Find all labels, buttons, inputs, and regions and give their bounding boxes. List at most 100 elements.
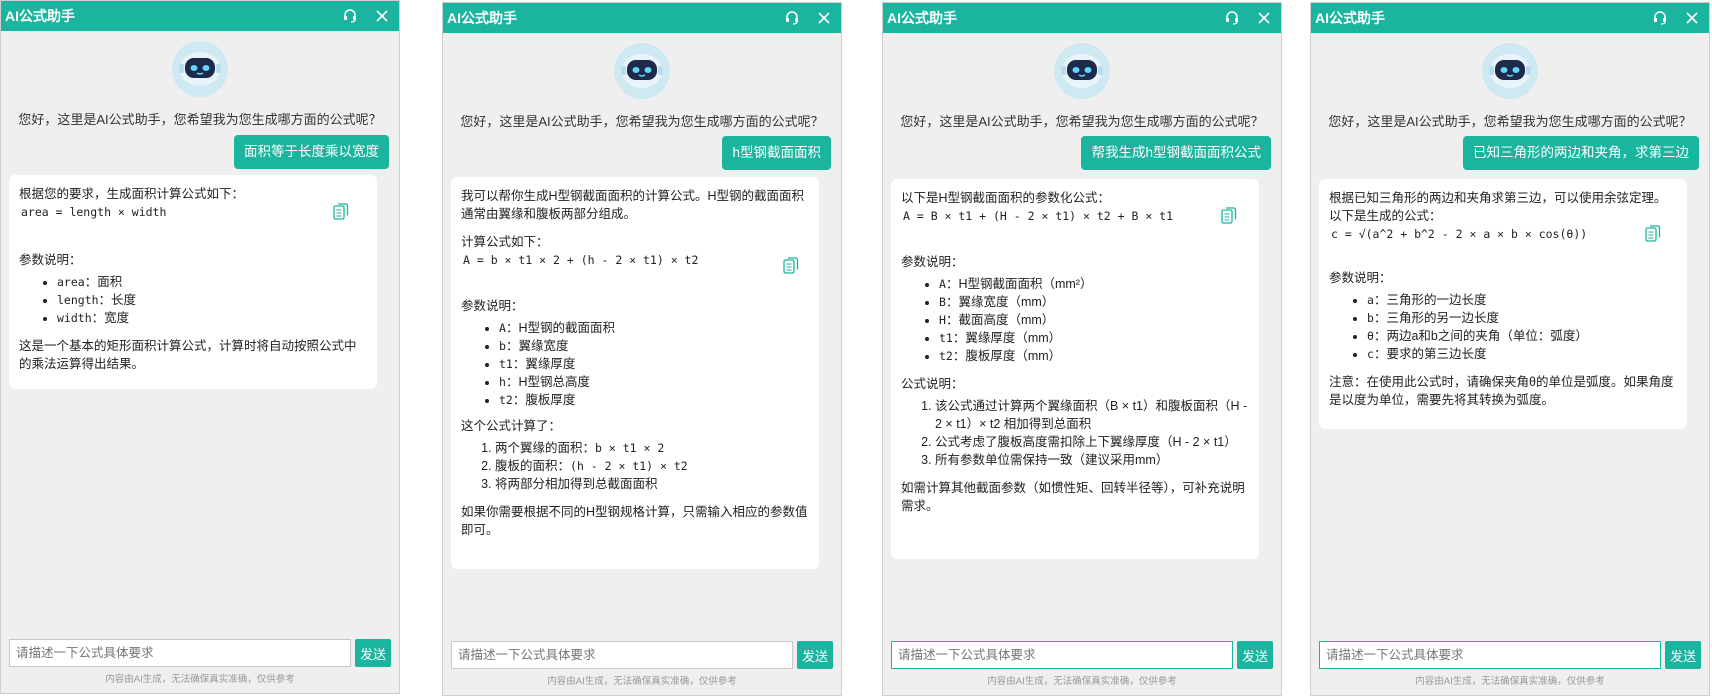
- ai-message: 以下是H型钢截面面积的参数化公式： A = B × t1 + (H - 2 × …: [891, 179, 1259, 559]
- app-title: AI公式助手: [887, 10, 957, 26]
- header: AI公式助手: [1311, 3, 1709, 33]
- copy-icon[interactable]: [783, 257, 799, 280]
- copy-icon[interactable]: [1645, 225, 1661, 248]
- copy-icon[interactable]: [1221, 207, 1237, 230]
- ai-outro: 如果你需要根据不同的H型钢规格计算，只需输入相应的参数值即可。: [461, 505, 808, 537]
- headset-icon[interactable]: [1221, 7, 1243, 29]
- ai-intro: 根据您的要求，生成面积计算公式如下：: [19, 187, 245, 201]
- close-icon[interactable]: [371, 5, 393, 27]
- user-message: h型钢截面面积: [722, 136, 831, 170]
- formula: A = b × t1 × 2 + (h - 2 × t1) × t2: [463, 253, 699, 267]
- greeting: 您好，这里是AI公式助手，您希望我为您生成哪方面的公式呢？: [460, 114, 824, 129]
- formula: A = B × t1 + (H - 2 × t1) × t2 + B × t1: [903, 209, 1174, 223]
- greeting: 您好，这里是AI公式助手，您希望我为您生成哪方面的公式呢？: [900, 114, 1264, 129]
- ai-message: 我可以帮你生成H型钢截面面积的计算公式。H型钢的截面面积通常由翼缘和腹板两部分组…: [451, 177, 819, 569]
- app-title: AI公式助手: [5, 8, 75, 24]
- headset-icon[interactable]: [781, 7, 803, 29]
- robot-icon: [1054, 43, 1110, 99]
- greeting: 您好，这里是AI公式助手，您希望我为您生成哪方面的公式呢？: [18, 112, 382, 127]
- ai-outro: 注意：在使用此公式时，请确保夹角θ的单位是弧度。如果角度是以度为单位，需要先将其…: [1329, 375, 1674, 407]
- disclaimer: 内容由AI生成，无法确保真实准确，仅供参考: [1415, 676, 1605, 687]
- chat-panel-3: AI公式助手 您好，这里是AI公式助手，您希望我为您生成哪方面的公式呢？ 帮我生…: [882, 2, 1282, 696]
- ai-outro: 如需计算其他截面参数（如惯性矩、回转半径等），可补充说明需求。: [901, 481, 1245, 513]
- list-item: 腹板的面积：(h - 2 × t1) × t2: [495, 457, 809, 475]
- list-item: B：翼缘宽度（mm）: [939, 293, 1249, 311]
- notes-title: 公式说明：: [901, 377, 964, 391]
- list-item: t1：翼缘厚度（mm）: [939, 329, 1249, 347]
- list-item: t1：翼缘厚度: [499, 355, 809, 373]
- user-message: 已知三角形的两边和夹角，求第三边: [1463, 136, 1699, 170]
- list-item: t2：腹板厚度: [499, 391, 809, 409]
- input-row: 发送: [1319, 641, 1701, 669]
- header: AI公式助手: [883, 3, 1281, 33]
- robot-icon: [172, 41, 228, 97]
- close-icon[interactable]: [1253, 7, 1275, 29]
- calc-list: 两个翼缘的面积：b × t1 × 2 腹板的面积：(h - 2 × t1) × …: [461, 439, 809, 493]
- robot-icon: [1482, 43, 1538, 99]
- copy-icon[interactable]: [333, 203, 349, 226]
- ai-intro: 以下是H型钢截面面积的参数化公式：: [901, 191, 1111, 205]
- send-button[interactable]: 发送: [355, 639, 391, 667]
- params-title: 参数说明：: [19, 253, 82, 267]
- params-title: 参数说明：: [901, 255, 964, 269]
- header: AI公式助手: [1, 1, 399, 31]
- list-item: A：H型钢截面面积（mm²）: [939, 275, 1249, 293]
- list-item: b：翼缘宽度: [499, 337, 809, 355]
- notes-list: 该公式通过计算两个翼缘面积（B × t1）和腹板面积（H - 2 × t1）× …: [901, 397, 1249, 469]
- chat-panel-1: AI公式助手 您好，这里是AI公式助手，您希望我为您生成哪方面的公式呢？ 面积等…: [0, 0, 400, 694]
- list-item: θ：两边a和b之间的夹角（单位：弧度）: [1367, 327, 1677, 345]
- list-item: 公式考虑了腹板高度需扣除上下翼缘厚度（H - 2 × t1）: [935, 433, 1249, 451]
- send-button[interactable]: 发送: [797, 641, 833, 669]
- params-list: a：三角形的一边长度 b：三角形的另一边长度 θ：两边a和b之间的夹角（单位：弧…: [1329, 291, 1677, 363]
- list-item: h：H型钢总高度: [499, 373, 809, 391]
- ai-message: 根据已知三角形的两边和夹角求第三边，可以使用余弦定理。以下是生成的公式： c =…: [1319, 179, 1687, 429]
- formula: area = length × width: [21, 205, 167, 219]
- ai-message: 根据您的要求，生成面积计算公式如下： area = length × width…: [9, 175, 377, 389]
- disclaimer: 内容由AI生成，无法确保真实准确，仅供参考: [105, 674, 295, 685]
- calc-title: 这个公式计算了：: [461, 419, 562, 433]
- header: AI公式助手: [443, 3, 841, 33]
- list-item: 该公式通过计算两个翼缘面积（B × t1）和腹板面积（H - 2 × t1）× …: [935, 397, 1249, 433]
- input-row: 发送: [891, 641, 1273, 669]
- params-list: area：面积 length：长度 width：宽度: [19, 273, 367, 327]
- close-icon[interactable]: [1681, 7, 1703, 29]
- close-icon[interactable]: [813, 7, 835, 29]
- user-message: 帮我生成h型钢截面面积公式: [1081, 136, 1271, 170]
- app-title: AI公式助手: [447, 10, 517, 26]
- list-item: width：宽度: [57, 309, 367, 327]
- prompt-input[interactable]: [451, 641, 793, 669]
- send-button[interactable]: 发送: [1237, 641, 1273, 669]
- list-item: length：长度: [57, 291, 367, 309]
- list-item: t2：腹板厚度（mm）: [939, 347, 1249, 365]
- params-title: 参数说明：: [461, 299, 524, 313]
- prompt-input[interactable]: [9, 639, 351, 667]
- prompt-input[interactable]: [891, 641, 1233, 669]
- list-item: c：要求的第三边长度: [1367, 345, 1677, 363]
- params-title: 参数说明：: [1329, 271, 1392, 285]
- disclaimer: 内容由AI生成，无法确保真实准确，仅供参考: [987, 676, 1177, 687]
- ai-intro: 我可以帮你生成H型钢截面面积的计算公式。H型钢的截面面积通常由翼缘和腹板两部分组…: [461, 189, 805, 221]
- formula-title: 计算公式如下：: [461, 235, 549, 249]
- input-row: 发送: [9, 639, 391, 667]
- list-item: area：面积: [57, 273, 367, 291]
- list-item: a：三角形的一边长度: [1367, 291, 1677, 309]
- prompt-input[interactable]: [1319, 641, 1661, 669]
- list-item: H：截面高度（mm）: [939, 311, 1249, 329]
- input-row: 发送: [451, 641, 833, 669]
- chat-panel-2: AI公式助手 您好，这里是AI公式助手，您希望我为您生成哪方面的公式呢？ h型钢…: [442, 2, 842, 696]
- headset-icon[interactable]: [339, 5, 361, 27]
- app-title: AI公式助手: [1315, 10, 1385, 26]
- list-item: A：H型钢的截面面积: [499, 319, 809, 337]
- list-item: 两个翼缘的面积：b × t1 × 2: [495, 439, 809, 457]
- list-item: 所有参数单位需保持一致（建议采用mm）: [935, 451, 1249, 469]
- chat-panel-4: AI公式助手 您好，这里是AI公式助手，您希望我为您生成哪方面的公式呢？ 已知三…: [1310, 2, 1710, 696]
- send-button[interactable]: 发送: [1665, 641, 1701, 669]
- params-list: A：H型钢截面面积（mm²） B：翼缘宽度（mm） H：截面高度（mm） t1：…: [901, 275, 1249, 365]
- ai-outro: 这是一个基本的矩形面积计算公式，计算时将自动按照公式中的乘法运算得出结果。: [19, 339, 357, 371]
- params-list: A：H型钢的截面面积 b：翼缘宽度 t1：翼缘厚度 h：H型钢总高度 t2：腹板…: [461, 319, 809, 409]
- robot-icon: [614, 43, 670, 99]
- formula: c = √(a^2 + b^2 - 2 × a × b × cos(θ)): [1331, 227, 1588, 241]
- greeting: 您好，这里是AI公式助手，您希望我为您生成哪方面的公式呢？: [1328, 114, 1692, 129]
- headset-icon[interactable]: [1649, 7, 1671, 29]
- list-item: b：三角形的另一边长度: [1367, 309, 1677, 327]
